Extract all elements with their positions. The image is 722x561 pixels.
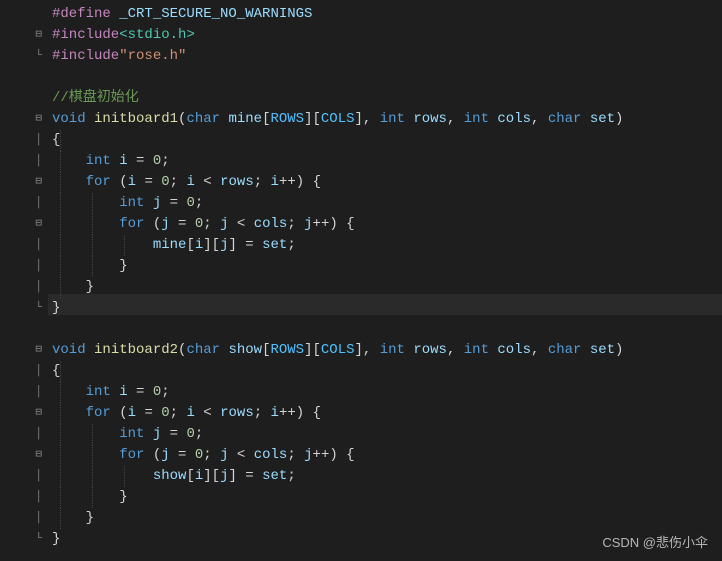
code-line: show[i][j] = set;: [52, 466, 722, 487]
code-line: }: [52, 508, 722, 529]
code-line: for (i = 0; i < rows; i++) {: [52, 172, 722, 193]
fold-marker[interactable]: ⊟: [0, 403, 48, 424]
fold-marker[interactable]: ⊟: [0, 109, 48, 130]
fold-marker: └: [0, 46, 48, 67]
code-editor[interactable]: ⊟ └ ⊟ │ │ ⊟ │ ⊟ │ │ │ └ ⊟ │ │ ⊟ │ ⊟ │ │ …: [0, 0, 722, 561]
code-area[interactable]: #define _CRT_SECURE_NO_WARNINGS #include…: [48, 0, 722, 561]
fold-marker[interactable]: ⊟: [0, 214, 48, 235]
code-line: {: [52, 130, 722, 151]
fold-gutter: ⊟ └ ⊟ │ │ ⊟ │ ⊟ │ │ │ └ ⊟ │ │ ⊟ │ ⊟ │ │ …: [0, 0, 48, 561]
fold-marker: │: [0, 361, 48, 382]
fold-marker: │: [0, 277, 48, 298]
fold-marker: └: [0, 529, 48, 550]
fold-marker: │: [0, 466, 48, 487]
watermark: CSDN @悲伤小伞: [602, 532, 708, 551]
code-line: for (i = 0; i < rows; i++) {: [52, 403, 722, 424]
fold-marker: [0, 4, 48, 25]
fold-marker: │: [0, 487, 48, 508]
code-line: }: [52, 298, 722, 319]
fold-marker: │: [0, 424, 48, 445]
code-line: void initboard1(char mine[ROWS][COLS], i…: [52, 109, 722, 130]
fold-marker[interactable]: ⊟: [0, 172, 48, 193]
code-line: for (j = 0; j < cols; j++) {: [52, 445, 722, 466]
code-line: #define _CRT_SECURE_NO_WARNINGS: [52, 4, 722, 25]
code-line: }: [52, 277, 722, 298]
fold-marker: └: [0, 298, 48, 319]
code-line: int i = 0;: [52, 151, 722, 172]
code-line: int j = 0;: [52, 193, 722, 214]
code-line: void initboard2(char show[ROWS][COLS], i…: [52, 340, 722, 361]
fold-marker: │: [0, 256, 48, 277]
code-line: mine[i][j] = set;: [52, 235, 722, 256]
code-line: //棋盘初始化: [52, 88, 722, 109]
fold-marker[interactable]: ⊟: [0, 25, 48, 46]
fold-marker: │: [0, 235, 48, 256]
fold-marker: [0, 67, 48, 88]
code-line: }: [52, 256, 722, 277]
code-line: #include"rose.h": [52, 46, 722, 67]
fold-marker[interactable]: ⊟: [0, 445, 48, 466]
code-line: int j = 0;: [52, 424, 722, 445]
code-line: {: [52, 361, 722, 382]
fold-marker: [0, 319, 48, 340]
fold-marker: │: [0, 382, 48, 403]
code-line: [52, 319, 722, 340]
fold-marker: │: [0, 193, 48, 214]
code-line: [52, 67, 722, 88]
code-line: for (j = 0; j < cols; j++) {: [52, 214, 722, 235]
fold-marker: [0, 88, 48, 109]
fold-marker: │: [0, 130, 48, 151]
fold-marker: │: [0, 508, 48, 529]
code-line: int i = 0;: [52, 382, 722, 403]
code-line: #include<stdio.h>: [52, 25, 722, 46]
fold-marker: │: [0, 151, 48, 172]
code-line: }: [52, 487, 722, 508]
fold-marker[interactable]: ⊟: [0, 340, 48, 361]
